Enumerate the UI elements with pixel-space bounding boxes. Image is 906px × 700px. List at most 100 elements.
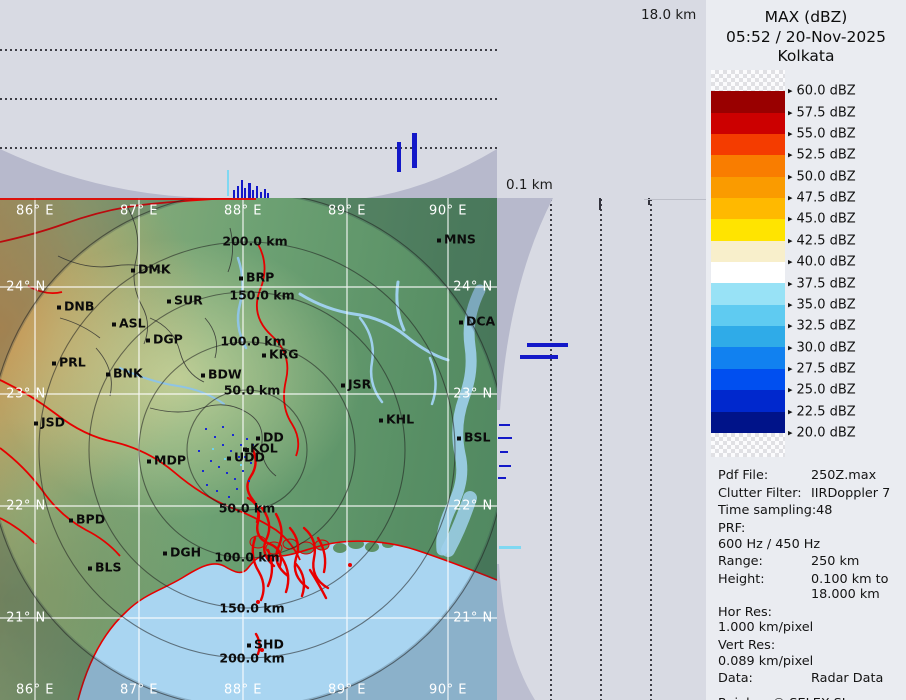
info-row: Range:250 km [718,554,906,569]
info-row: Height:0.100 km to 18.000 km [718,572,906,603]
legend-arrow-icon: ▸ [788,279,793,289]
city-marker-krg: KRG [262,347,299,362]
city-marker-bpd: BPD [69,512,105,527]
city-dot [163,551,167,555]
legend-arrow-icon: ▸ [788,194,793,204]
longitude-label: 89° E [328,683,366,698]
range-ring-label: 200.0 km [219,651,284,666]
legend-label: ▸27.5 dBZ [788,361,856,376]
latitude-label: 24° N [453,280,492,295]
city-dot [247,643,251,647]
legend-arrow-icon: ▸ [788,322,793,332]
legend-arrow-icon: ▸ [788,364,793,374]
city-dot [112,322,116,326]
city-marker-jsd: JSD [34,415,65,430]
city-marker-bls: BLS [88,560,122,575]
latitude-label: 21° N [6,611,45,626]
range-ring-label: 200.0 km [222,234,287,249]
legend-arrow-icon: ▸ [788,87,793,97]
city-code-label: BNK [113,366,143,381]
longitude-label: 86° E [16,683,54,698]
legend-swatch [711,262,785,283]
legend-swatch-end [711,433,785,457]
city-marker-asl: ASL [112,316,146,331]
latitude-label: 22° N [6,499,45,514]
longitude-label: 90° E [429,204,467,219]
info-label: Clutter Filter: [718,486,811,501]
legend-label: ▸45.0 dBZ [788,212,856,227]
product-title: MAX (dBZ) [706,8,906,28]
legend-swatch [711,283,785,304]
info-label: Vert Res: [718,638,811,653]
legend-swatch [711,305,785,326]
info-value: 600 Hz / 450 Hz [718,537,820,552]
city-code-label: PRL [59,355,86,370]
city-dot [131,268,135,272]
echo-column [241,180,243,198]
city-code-label: DNB [64,299,94,314]
legend-swatch [711,347,785,368]
radar-product-window: 18.0 km 0.1 km [0,0,906,700]
legend-swatch [711,241,785,262]
top-panel-beam-wedges [0,0,497,198]
legend-label: ▸40.0 dBZ [788,255,856,270]
echo-row [499,546,521,549]
city-code-label: JSD [41,415,65,430]
legend-label: ▸60.0 dBZ [788,84,856,99]
city-code-label: BSL [464,430,491,445]
legend-arrow-icon: ▸ [788,428,793,438]
city-code-label: ASL [119,316,146,331]
range-ring-label: 100.0 km [214,550,279,565]
city-marker-prl: PRL [52,355,86,370]
legend-swatch [711,219,785,240]
longitude-label: 86° E [16,204,54,219]
legend-label-text: 47.5 dBZ [797,191,856,206]
city-code-label: UDD [234,450,265,465]
legend-swatch [711,155,785,176]
echo-column [252,190,254,198]
city-marker-dmk: DMK [131,262,171,277]
echo-column [237,186,239,198]
echo-row [498,437,512,439]
legend-swatch [711,91,785,112]
legend-label: ▸42.5 dBZ [788,233,856,248]
legend-label: ▸57.5 dBZ [788,105,856,120]
city-dot [459,320,463,324]
city-dot [88,566,92,570]
longitude-label: 89° E [328,204,366,219]
longitude-label: 87° E [120,204,158,219]
city-dot [256,436,260,440]
echo-row [499,424,510,426]
city-dot [69,518,73,522]
city-marker-dca: DCA [459,314,495,329]
city-dot [106,372,110,376]
city-marker-khl: KHL [379,412,414,427]
city-code-label: BLS [95,560,122,575]
legend-arrow-icon: ▸ [788,386,793,396]
color-scale [711,70,785,457]
legend-label-text: 42.5 dBZ [797,233,856,248]
range-ring-label: 50.0 km [224,383,281,398]
legend-swatch [711,412,785,433]
city-marker-bsl: BSL [457,430,491,445]
right-panel-beam-wedges [497,198,706,700]
legend-label: ▸32.5 dBZ [788,319,856,334]
echo-column [256,186,258,198]
city-marker-dnb: DNB [57,299,94,314]
city-dot [52,361,56,365]
city-dot [457,436,461,440]
legend-swatch [711,369,785,390]
legend-label: ▸20.0 dBZ [788,425,856,440]
city-dot [167,299,171,303]
latitude-label: 24° N [6,280,45,295]
city-code-label: DMK [138,262,171,277]
legend-label-text: 52.5 dBZ [797,148,856,163]
info-row: Vert Res:0.089 km/pixel [718,638,906,669]
city-marker-udd: UDD [227,450,265,465]
city-dot [34,421,38,425]
city-code-label: KHL [386,412,414,427]
info-label: Pdf File: [718,468,811,483]
legend-label: ▸55.0 dBZ [788,127,856,142]
info-value: 48 [816,503,832,518]
city-code-label: DCA [466,314,495,329]
